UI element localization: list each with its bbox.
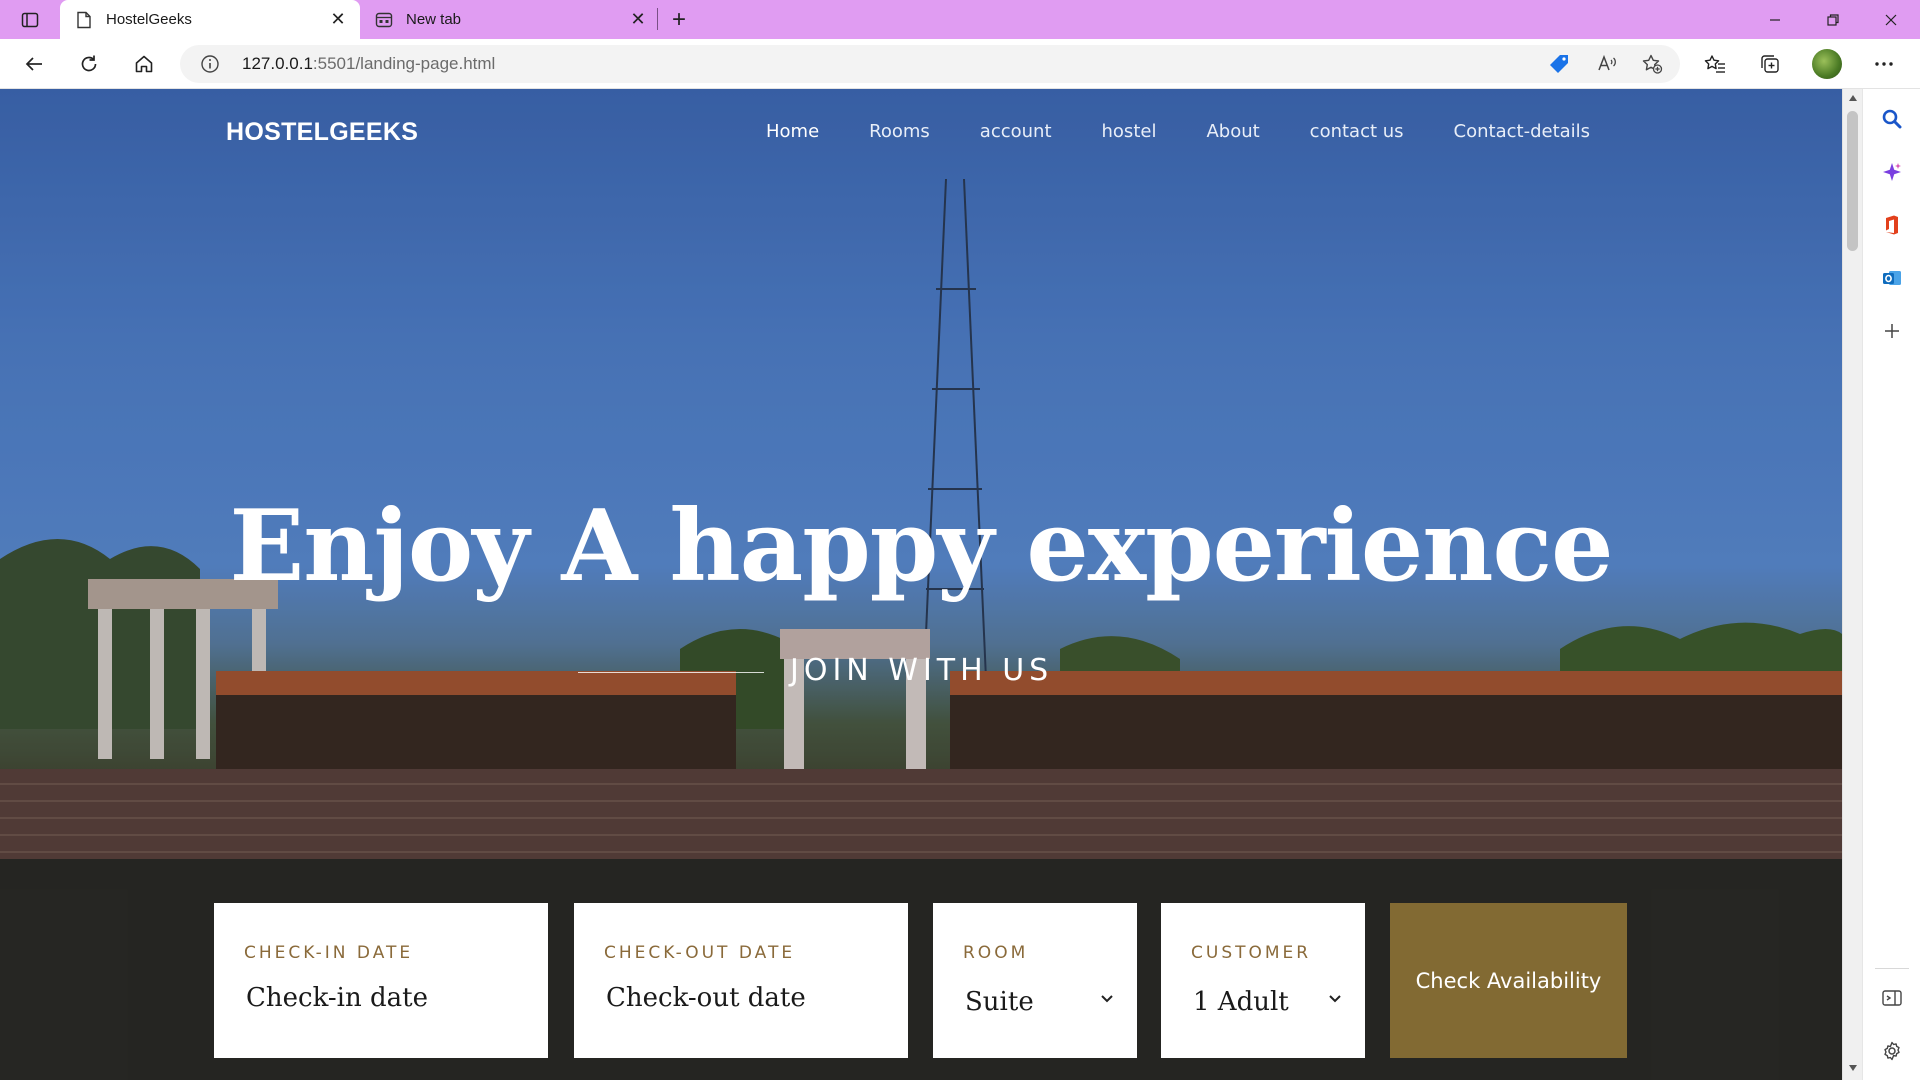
checkin-input[interactable]: Check-in date (246, 983, 428, 1013)
page-icon (74, 10, 94, 30)
nav-about[interactable]: About (1206, 121, 1259, 142)
tab-hostelgeeks[interactable]: HostelGeeks ✕ (60, 0, 360, 39)
customer-select[interactable]: 1 Adult (1193, 987, 1289, 1017)
back-button[interactable] (18, 48, 50, 80)
new-tab-button[interactable]: + (665, 6, 693, 33)
nav-contact-details[interactable]: Contact-details (1454, 121, 1591, 142)
new-tab-page-icon (374, 10, 394, 30)
profile-avatar[interactable] (1812, 49, 1842, 79)
checkout-field[interactable]: CHECK-OUT DATE Check-out date (574, 903, 908, 1058)
checkout-label: CHECK-OUT DATE (604, 943, 796, 963)
search-icon[interactable] (1876, 103, 1908, 135)
tab-actions-icon[interactable] (18, 8, 42, 32)
more-menu-icon[interactable] (1868, 48, 1900, 80)
nav-home[interactable]: Home (766, 121, 819, 142)
checkin-field[interactable]: CHECK-IN DATE Check-in date (214, 903, 548, 1058)
chevron-down-icon (1329, 995, 1341, 1003)
reload-button[interactable] (73, 48, 105, 80)
nav-contact-us[interactable]: contact us (1310, 121, 1404, 142)
hero-title: Enjoy A happy experience (229, 489, 1614, 604)
close-tab-icon[interactable]: ✕ (626, 8, 650, 32)
home-button[interactable] (128, 48, 160, 80)
site-nav: Home Rooms account hostel About contact … (766, 121, 1640, 142)
url-text: 127.0.0.1:5501/landing-page.html (242, 54, 496, 73)
shopping-tag-icon[interactable] (1546, 51, 1572, 77)
add-favorite-icon[interactable] (1639, 51, 1665, 77)
outlook-icon[interactable] (1876, 262, 1908, 294)
room-select[interactable]: Suite (965, 987, 1034, 1017)
hero-section: HOSTELGEEKS Home Rooms account hostel Ab… (0, 89, 1842, 1080)
customer-field[interactable]: CUSTOMER 1 Adult (1161, 903, 1365, 1058)
checkout-input[interactable]: Check-out date (606, 983, 806, 1013)
hero-divider (578, 672, 764, 673)
browser-toolbar: 127.0.0.1:5501/landing-page.html (0, 39, 1920, 89)
nav-account[interactable]: account (980, 121, 1052, 142)
collections-icon[interactable] (1754, 48, 1786, 80)
office-icon[interactable] (1876, 209, 1908, 241)
scroll-thumb[interactable] (1847, 111, 1858, 251)
browser-tab-strip: HostelGeeks ✕ New tab ✕ + (0, 0, 1920, 39)
info-icon[interactable] (200, 54, 220, 74)
address-bar[interactable]: 127.0.0.1:5501/landing-page.html (180, 45, 1680, 83)
add-sidebar-app-icon[interactable] (1876, 315, 1908, 347)
hide-sidebar-icon[interactable] (1876, 982, 1908, 1014)
close-tab-icon[interactable]: ✕ (326, 8, 350, 32)
sidebar-divider (1875, 968, 1909, 969)
room-field[interactable]: ROOM Suite (933, 903, 1137, 1058)
tab-title: New tab (406, 11, 462, 28)
site-logo[interactable]: HOSTELGEEKS (226, 118, 418, 147)
favorites-icon[interactable] (1699, 48, 1731, 80)
nav-hostel[interactable]: hostel (1102, 121, 1157, 142)
tab-new-tab[interactable]: New tab ✕ (360, 0, 660, 39)
restore-button[interactable] (1810, 4, 1856, 36)
hero-subtitle: JOIN WITH US (790, 653, 1054, 688)
edge-sidebar (1862, 89, 1920, 1080)
page-viewport: HOSTELGEEKS Home Rooms account hostel Ab… (0, 89, 1842, 1080)
read-aloud-icon[interactable] (1594, 51, 1620, 77)
tab-title: HostelGeeks (106, 11, 192, 28)
checkin-label: CHECK-IN DATE (244, 943, 414, 963)
scroll-up-arrow-icon[interactable] (1848, 93, 1858, 103)
copilot-icon[interactable] (1876, 156, 1908, 188)
check-availability-button[interactable]: Check Availability (1390, 903, 1627, 1058)
scroll-down-arrow-icon[interactable] (1848, 1063, 1858, 1073)
page-scrollbar[interactable] (1842, 89, 1862, 1080)
tab-separator (657, 8, 658, 30)
settings-gear-icon[interactable] (1876, 1035, 1908, 1067)
minimize-button[interactable] (1752, 4, 1798, 36)
customer-label: CUSTOMER (1191, 943, 1312, 963)
nav-rooms[interactable]: Rooms (869, 121, 930, 142)
chevron-down-icon (1101, 995, 1113, 1003)
close-window-button[interactable] (1868, 4, 1914, 36)
room-label: ROOM (963, 943, 1029, 963)
